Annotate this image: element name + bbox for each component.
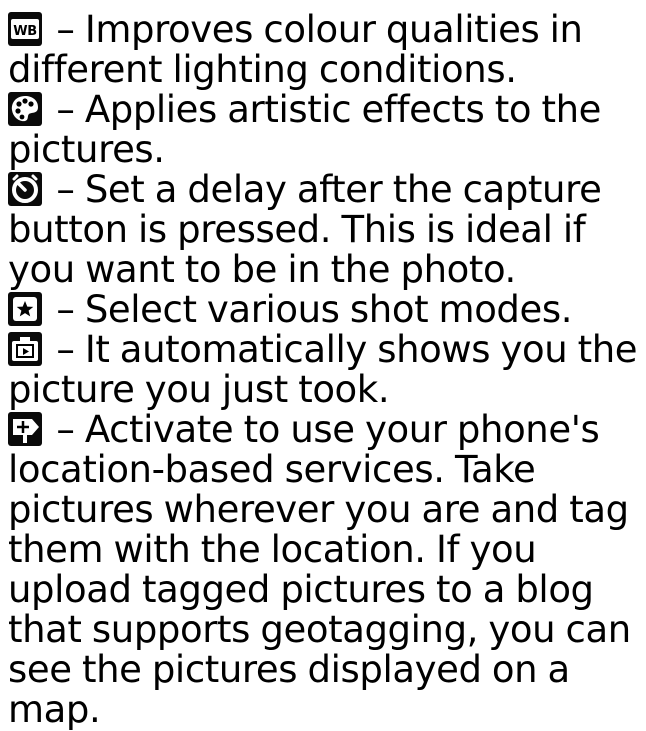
white-balance-entry: WB – Improves colour qualities in differ…	[8, 10, 646, 90]
review-desc: – It automatically shows you the picture…	[8, 328, 638, 411]
self-timer-entry: – Set a delay after the capture button i…	[8, 170, 646, 290]
self-timer-desc: – Set a delay after the capture button i…	[8, 168, 602, 291]
shot-mode-star-icon	[8, 292, 42, 326]
artistic-effects-entry: – Applies artistic effects to the pictur…	[8, 90, 646, 170]
shot-modes-desc: – Select various shot modes.	[46, 288, 573, 331]
geotag-desc: – Activate to use your phone's location-…	[8, 408, 631, 731]
review-entry: – It automatically shows you the picture…	[8, 330, 646, 410]
palette-icon	[8, 92, 42, 126]
camera-settings-help: WB – Improves colour qualities in differ…	[0, 0, 646, 730]
artistic-effects-desc: – Applies artistic effects to the pictur…	[8, 88, 602, 171]
self-timer-icon	[8, 172, 42, 206]
geotag-icon	[8, 412, 42, 446]
shot-modes-entry: – Select various shot modes.	[8, 290, 646, 330]
review-icon	[8, 332, 42, 366]
white-balance-desc: – Improves colour qualities in different…	[8, 8, 583, 91]
svg-text:WB: WB	[13, 24, 36, 39]
geotag-entry: – Activate to use your phone's location-…	[8, 410, 646, 730]
white-balance-icon: WB	[8, 12, 42, 46]
